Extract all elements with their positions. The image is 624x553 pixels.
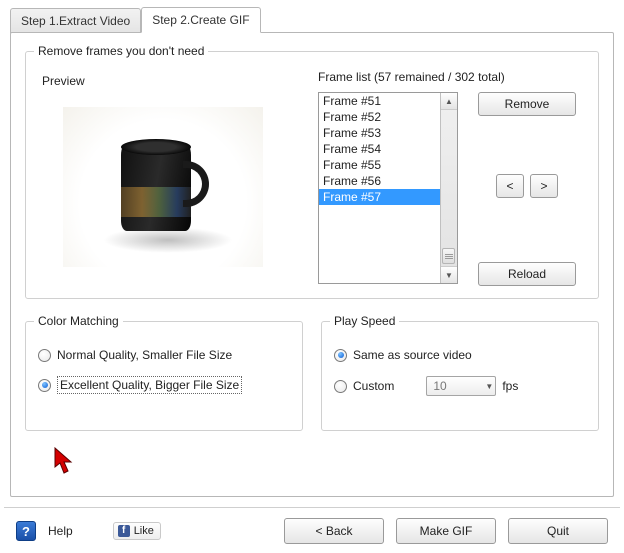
scroll-up-icon[interactable]: ▲	[441, 93, 457, 110]
next-frame-button[interactable]: >	[530, 174, 558, 198]
play-speed-title: Play Speed	[330, 314, 399, 328]
radio-normal-quality[interactable]	[38, 349, 51, 362]
radio-excellent-quality[interactable]	[38, 379, 51, 392]
fps-combo[interactable]: 10 ▼	[426, 376, 496, 396]
radio-same-speed-label: Same as source video	[353, 348, 472, 362]
frames-group-title: Remove frames you don't need	[34, 44, 208, 58]
list-item[interactable]: Frame #51	[319, 93, 440, 109]
radio-custom-speed[interactable]	[334, 380, 347, 393]
tab-create-gif[interactable]: Step 2.Create GIF	[141, 7, 260, 33]
preview-label: Preview	[42, 74, 300, 88]
list-item[interactable]: Frame #52	[319, 109, 440, 125]
list-item[interactable]: Frame #57	[319, 189, 440, 205]
color-matching-title: Color Matching	[34, 314, 123, 328]
frames-group: Remove frames you don't need Preview	[25, 51, 599, 299]
radio-normal-quality-label: Normal Quality, Smaller File Size	[57, 348, 232, 362]
list-item[interactable]: Frame #53	[319, 125, 440, 141]
chevron-down-icon: ▼	[485, 382, 493, 391]
list-item[interactable]: Frame #56	[319, 173, 440, 189]
remove-button[interactable]: Remove	[478, 92, 576, 116]
fps-label: fps	[502, 379, 518, 393]
quit-button[interactable]: Quit	[508, 518, 608, 544]
list-item[interactable]: Frame #54	[319, 141, 440, 157]
framelist[interactable]: Frame #51 Frame #52 Frame #53 Frame #54 …	[318, 92, 458, 284]
like-label: Like	[134, 525, 154, 537]
help-link[interactable]: Help	[48, 524, 73, 538]
list-item[interactable]: Frame #55	[319, 157, 440, 173]
radio-custom-speed-label: Custom	[353, 379, 394, 393]
cursor-icon	[54, 447, 76, 475]
radio-excellent-quality-label: Excellent Quality, Bigger File Size	[57, 376, 242, 394]
prev-frame-button[interactable]: <	[496, 174, 524, 198]
color-matching-group: Color Matching Normal Quality, Smaller F…	[25, 321, 303, 431]
back-button[interactable]: < Back	[284, 518, 384, 544]
fps-value: 10	[433, 379, 446, 393]
scroll-down-icon[interactable]: ▼	[441, 266, 457, 283]
play-speed-group: Play Speed Same as source video Custom 1…	[321, 321, 599, 431]
make-gif-button[interactable]: Make GIF	[396, 518, 496, 544]
scroll-thumb[interactable]	[442, 248, 455, 264]
preview-image	[38, 92, 288, 282]
reload-button[interactable]: Reload	[478, 262, 576, 286]
radio-same-speed[interactable]	[334, 349, 347, 362]
help-icon[interactable]: ?	[16, 521, 36, 541]
framelist-label: Frame list (57 remained / 302 total)	[318, 70, 586, 84]
scrollbar[interactable]: ▲ ▼	[440, 93, 457, 283]
facebook-icon: f	[118, 525, 130, 537]
tab-extract-video[interactable]: Step 1.Extract Video	[10, 8, 141, 33]
like-button[interactable]: f Like	[113, 522, 161, 540]
